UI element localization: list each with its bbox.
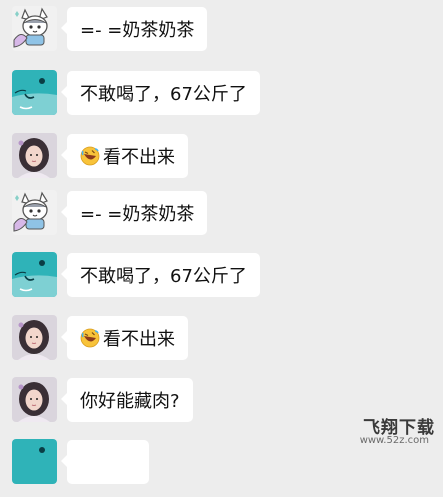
girl-portrait-icon: [12, 315, 57, 360]
blue-bird-icon: [12, 439, 57, 484]
blue-bird-avatar[interactable]: [12, 252, 57, 297]
message-row: 看不出来: [0, 315, 443, 373]
cartoon-kid-icon: [12, 6, 57, 51]
message-text: =- =奶茶奶茶: [80, 20, 195, 41]
message-row: 不敢喝了，67公斤了: [0, 70, 443, 128]
cartoon-kid-icon: [12, 190, 57, 235]
message-text: 不敢喝了，67公斤了: [80, 84, 247, 105]
cartoon-kid-avatar[interactable]: [12, 190, 57, 235]
message-bubble[interactable]: 看不出来: [61, 134, 188, 178]
watermark-url: www.52z.com: [359, 435, 429, 446]
site-watermark: 飞翔下载 www.52z.com: [335, 413, 435, 451]
girl-portrait-icon: [12, 133, 57, 178]
girl-avatar[interactable]: [12, 315, 57, 360]
message-bubble[interactable]: =- =奶茶奶茶: [60, 191, 208, 235]
message-bubble[interactable]: 你好能藏肉?: [61, 378, 193, 422]
rolling-laughing-emoji-icon: [80, 328, 100, 348]
message-bubble[interactable]: 不敢喝了，67公斤了: [61, 253, 260, 297]
message-text: =- =奶茶奶茶: [80, 204, 195, 225]
message-text: 看不出来: [103, 147, 175, 168]
blue-bird-avatar[interactable]: [12, 70, 57, 115]
message-text: 你好能藏肉?: [80, 391, 180, 412]
girl-avatar[interactable]: [12, 133, 57, 178]
chat-conversation: =- =奶茶奶茶 不敢喝了，67公斤了 看不出来 =- =奶茶奶茶 不敢喝了，6…: [0, 0, 443, 484]
message-bubble[interactable]: 不敢喝了，67公斤了: [61, 71, 260, 115]
message-row: 看不出来: [0, 133, 443, 191]
blue-bird-icon: [12, 70, 57, 115]
message-row: =- =奶茶奶茶: [0, 190, 443, 248]
message-bubble[interactable]: 看不出来: [61, 316, 188, 360]
rolling-laughing-emoji-icon: [80, 146, 100, 166]
girl-portrait-icon: [12, 377, 57, 422]
message-text: 不敢喝了，67公斤了: [80, 266, 247, 287]
blue-bird-icon: [12, 252, 57, 297]
message-bubble[interactable]: [61, 440, 149, 484]
girl-avatar[interactable]: [12, 377, 57, 422]
message-text: 看不出来: [103, 329, 175, 350]
message-row: 不敢喝了，67公斤了: [0, 252, 443, 310]
cartoon-kid-avatar[interactable]: [12, 6, 57, 51]
message-row: =- =奶茶奶茶: [0, 6, 443, 64]
blue-bird-avatar[interactable]: [12, 439, 57, 484]
message-bubble[interactable]: =- =奶茶奶茶: [60, 7, 208, 51]
